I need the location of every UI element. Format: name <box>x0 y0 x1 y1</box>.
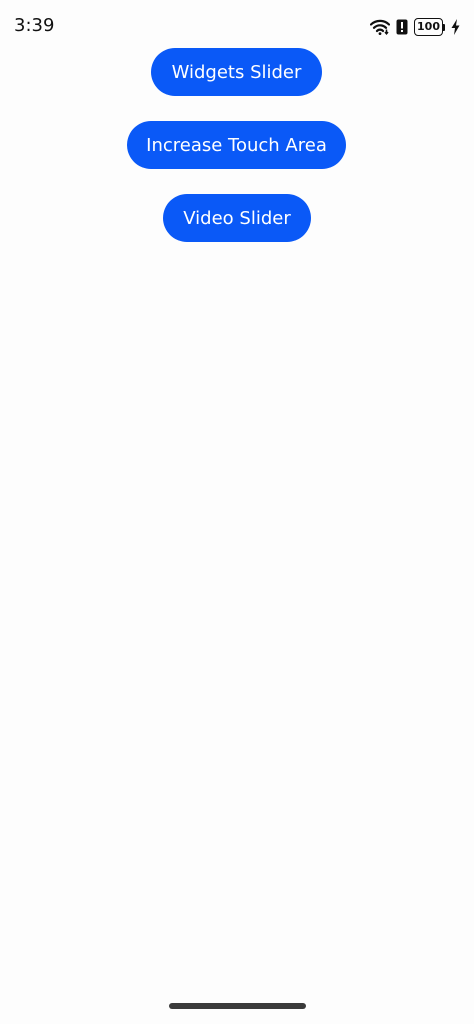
status-bar: 3:39 100 <box>0 0 474 52</box>
charging-bolt-icon <box>451 19 460 35</box>
status-time: 3:39 <box>14 15 55 36</box>
video-slider-button[interactable]: Video Slider <box>163 194 311 242</box>
battery-tip <box>443 23 445 31</box>
home-indicator[interactable] <box>169 1003 306 1009</box>
wifi-icon <box>370 19 391 35</box>
battery-icon: 100 <box>414 17 445 37</box>
status-icons: 100 <box>370 16 460 38</box>
widgets-slider-button[interactable]: Widgets Slider <box>151 48 322 96</box>
increase-touch-area-button[interactable]: Increase Touch Area <box>127 121 346 169</box>
alert-icon <box>396 19 408 35</box>
battery-level: 100 <box>414 18 443 36</box>
